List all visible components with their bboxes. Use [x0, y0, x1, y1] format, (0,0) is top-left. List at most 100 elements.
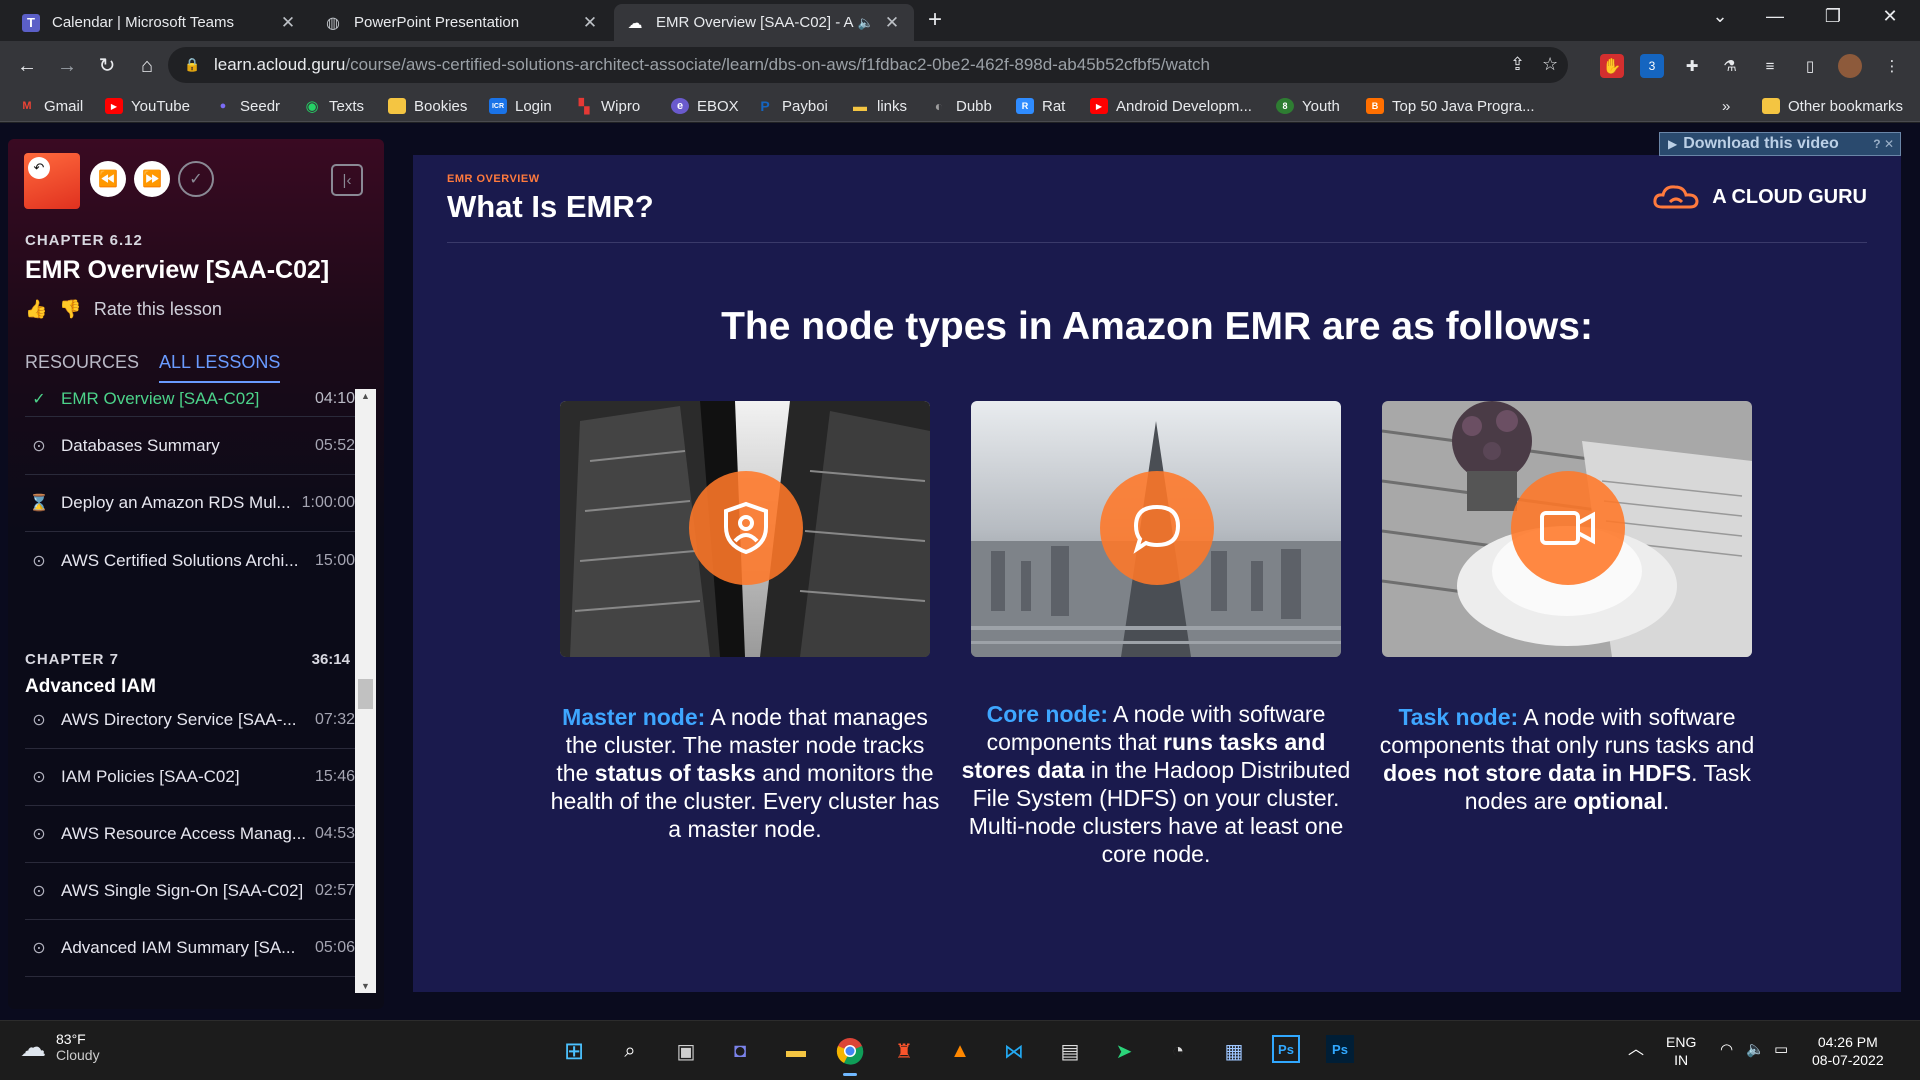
- video-player[interactable]: EMR OVERVIEW What Is EMR? A CLOUD GURU T…: [413, 155, 1901, 992]
- previous-lesson-button[interactable]: ⏪: [90, 161, 126, 197]
- list-item[interactable]: ⊙ IAM Policies [SAA-C02] 15:46: [25, 749, 355, 806]
- search-icon[interactable]: ⌕: [614, 1035, 646, 1067]
- puzzle-icon[interactable]: ✚: [1680, 54, 1704, 78]
- tab-search-icon[interactable]: ⌄: [1700, 6, 1740, 27]
- lesson-duration: 15:00: [314, 551, 355, 569]
- extension-red-icon[interactable]: ✋: [1600, 54, 1624, 78]
- file-explorer-icon[interactable]: ▬: [780, 1035, 812, 1067]
- bookmark-label: YouTube: [131, 97, 190, 115]
- tab-resources[interactable]: RESOURCES: [25, 352, 139, 383]
- media-control-icon[interactable]: ≡: [1758, 54, 1782, 78]
- back-to-course-icon[interactable]: ↶: [28, 157, 50, 179]
- photoshop-icon[interactable]: Ps: [1272, 1035, 1300, 1063]
- volume-icon[interactable]: 🔈: [1746, 1041, 1765, 1059]
- address-bar[interactable]: 🔒 learn.acloud.guru/course/aws-certified…: [168, 47, 1568, 83]
- weather-temp: 83°F: [56, 1031, 86, 1047]
- app-arrow-icon[interactable]: ➤: [1108, 1035, 1140, 1067]
- photos-icon[interactable]: ▦: [1218, 1035, 1250, 1067]
- close-window-button[interactable]: ✕: [1870, 6, 1910, 27]
- new-tab-button[interactable]: +: [922, 6, 948, 36]
- wifi-icon[interactable]: ◠: [1720, 1041, 1733, 1059]
- scroll-down-icon[interactable]: ▼: [355, 981, 376, 991]
- close-icon[interactable]: ✕: [882, 13, 902, 33]
- lesson-list-scrollbar[interactable]: ▲ ▼: [355, 389, 376, 993]
- lock-icon[interactable]: 🔒: [184, 57, 200, 73]
- mark-complete-button[interactable]: ✓: [178, 161, 214, 197]
- restore-button[interactable]: ❐: [1813, 6, 1853, 27]
- battery-icon[interactable]: ▭: [1774, 1041, 1788, 1059]
- download-video-button[interactable]: ▶ Download this video ? ✕: [1659, 132, 1901, 156]
- chevron-up-icon[interactable]: ︿: [1628, 1041, 1644, 1059]
- other-bookmarks[interactable]: Other bookmarks: [1762, 95, 1903, 117]
- list-item[interactable]: ⊙ AWS Directory Service [SAA-... 07:32: [25, 692, 355, 749]
- list-item[interactable]: ⌛ Deploy an Amazon RDS Mul... 1:00:00: [25, 475, 355, 532]
- windows-start-icon[interactable]: ⊞: [558, 1035, 590, 1067]
- next-lesson-button[interactable]: ⏩: [134, 161, 170, 197]
- close-icon[interactable]: ✕: [278, 13, 298, 33]
- close-icon[interactable]: ? ✕: [1873, 137, 1894, 151]
- forward-arrow-icon[interactable]: →: [52, 51, 82, 81]
- tab-powerpoint[interactable]: ◍ PowerPoint Presentation ✕: [312, 4, 612, 41]
- brave-icon[interactable]: ♜: [888, 1035, 920, 1067]
- tab-emr-overview[interactable]: ☁ EMR Overview [SAA-C02] - A 🔈 ✕: [614, 4, 914, 41]
- thumbs-down-icon[interactable]: 👎: [59, 299, 81, 320]
- vlc-icon[interactable]: ▲: [944, 1035, 976, 1067]
- list-item[interactable]: ⊙ Advanced IAM Summary [SA... 05:06: [25, 920, 355, 977]
- language-indicator[interactable]: ENG IN: [1666, 1033, 1696, 1069]
- home-icon[interactable]: ⌂: [132, 51, 162, 81]
- task-view-icon[interactable]: ▣: [670, 1035, 702, 1067]
- profile-avatar[interactable]: [1838, 54, 1862, 78]
- thumbs-up-icon[interactable]: 👍: [25, 299, 47, 320]
- vscode-icon[interactable]: ⋈: [998, 1035, 1030, 1067]
- bookmark-bookies[interactable]: Bookies: [388, 95, 467, 117]
- tab-all-lessons[interactable]: ALL LESSONS: [159, 352, 281, 383]
- photoshop-beta-icon[interactable]: Ps: [1326, 1035, 1354, 1063]
- chapter-header[interactable]: CHAPTER 7 36:14 Advanced IAM: [25, 651, 355, 698]
- acloudguru-icon: ☁: [627, 14, 643, 32]
- list-item[interactable]: ⊙ AWS Certified Solutions Archi... 15:00: [25, 532, 355, 589]
- list-item[interactable]: ⊙ AWS Single Sign-On [SAA-C02] 02:57: [25, 863, 355, 920]
- clock[interactable]: 04:26 PM 08-07-2022: [1812, 1033, 1884, 1069]
- obs-icon[interactable]: ◔: [1162, 1035, 1194, 1067]
- tab-teams[interactable]: T Calendar | Microsoft Teams ✕: [10, 4, 310, 41]
- course-page: ↶ ⏪ ⏩ ✓ |‹ CHAPTER 6.12 EMR Overview [SA…: [0, 123, 1920, 1020]
- bookmark-rat[interactable]: R Rat: [1016, 95, 1065, 117]
- bookmark-ebox[interactable]: e EBOX: [671, 95, 739, 117]
- chrome-icon[interactable]: [834, 1035, 866, 1076]
- bookmark-youtube[interactable]: ▶ YouTube: [105, 95, 190, 117]
- list-item[interactable]: ⊙ AWS Resource Access Manag... 04:53: [25, 806, 355, 863]
- star-icon[interactable]: ☆: [1542, 54, 1558, 75]
- collapse-sidebar-icon[interactable]: |‹: [331, 164, 363, 196]
- list-item[interactable]: ✓ EMR Overview [SAA-C02] 04:10: [25, 389, 355, 417]
- flask-icon[interactable]: ⚗: [1718, 54, 1742, 78]
- bookmarks-overflow[interactable]: »: [1722, 95, 1730, 117]
- lesson-duration: 1:00:00: [301, 494, 355, 511]
- bookmark-gmail[interactable]: M Gmail: [18, 95, 83, 117]
- bookmark-texts[interactable]: ◉ Texts: [303, 95, 364, 117]
- scroll-thumb[interactable]: [358, 679, 373, 709]
- bookmark-links[interactable]: ▬ links: [851, 95, 907, 117]
- bookmark-seedr[interactable]: ● Seedr: [214, 95, 280, 117]
- bookmark-login[interactable]: ICR Login: [489, 95, 552, 117]
- side-panel-icon[interactable]: ▯: [1798, 54, 1822, 78]
- document-icon[interactable]: ▤: [1054, 1035, 1086, 1067]
- bookmark-java[interactable]: B Top 50 Java Progra...: [1366, 95, 1535, 117]
- bookmark-android[interactable]: ▶ Android Developm...: [1090, 95, 1252, 117]
- bookmark-youth[interactable]: 8 Youth: [1276, 95, 1340, 117]
- teams-chat-icon[interactable]: ◘: [724, 1035, 756, 1067]
- reload-icon[interactable]: ↻: [92, 51, 122, 81]
- bookmark-wipro[interactable]: ▚ Wipro: [575, 95, 641, 117]
- close-icon[interactable]: ✕: [580, 13, 600, 33]
- scroll-up-icon[interactable]: ▲: [355, 391, 376, 401]
- more-menu-icon[interactable]: ⋮: [1880, 54, 1904, 78]
- weather-widget[interactable]: ☁ 83°F Cloudy: [20, 1031, 100, 1063]
- bookmark-dubb[interactable]: ◐ Dubb: [930, 95, 992, 117]
- speaker-icon[interactable]: 🔈: [858, 15, 874, 31]
- minimize-button[interactable]: —: [1755, 6, 1795, 27]
- list-item[interactable]: ⊙ Databases Summary 05:52: [25, 418, 355, 475]
- lesson-name: EMR Overview [SAA-C02]: [61, 389, 260, 408]
- bookmark-payboi[interactable]: P Payboi: [756, 95, 828, 117]
- back-arrow-icon[interactable]: ←: [12, 51, 42, 81]
- share-icon[interactable]: ⇪: [1510, 54, 1525, 75]
- extension-blue-icon[interactable]: 3: [1640, 54, 1664, 78]
